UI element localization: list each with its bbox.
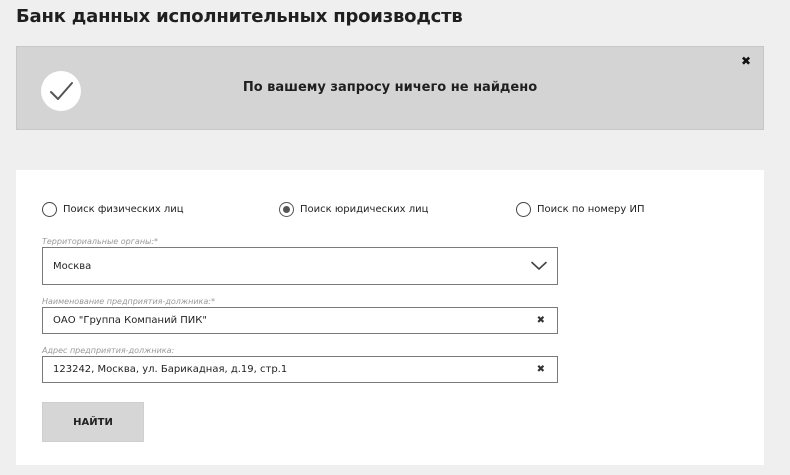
enterprise-name-input[interactable]: ОАО "Группа Компаний ПИК" ✖ bbox=[42, 307, 558, 334]
enterprise-name-value: ОАО "Группа Компаний ПИК" bbox=[53, 315, 207, 326]
territorial-body-label: Территориальные органы:* bbox=[42, 237, 159, 246]
radio-selected-icon[interactable] bbox=[279, 202, 294, 217]
page-title: Банк данных исполнительных производств bbox=[16, 6, 463, 27]
chevron-down-icon[interactable] bbox=[531, 261, 547, 271]
banner-message: По вашему запросу ничего не найдено bbox=[242, 80, 538, 95]
radio-circle-icon[interactable] bbox=[516, 202, 531, 217]
enterprise-address-input[interactable]: 123242, Москва, ул. Барикадная, д.19, ст… bbox=[42, 356, 558, 383]
enterprise-address-value: 123242, Москва, ул. Барикадная, д.19, ст… bbox=[53, 364, 288, 375]
radio-search-by-ip-number[interactable]: Поиск по номеру ИП bbox=[516, 202, 645, 217]
page: Банк данных исполнительных производств П… bbox=[0, 0, 790, 475]
enterprise-name-label: Наименование предприятия-должника:* bbox=[42, 297, 215, 306]
territorial-body-value: Москва bbox=[53, 260, 92, 272]
territorial-body-select[interactable]: Москва bbox=[42, 247, 558, 285]
enterprise-address-label: Адрес предприятия-должника: bbox=[42, 346, 175, 355]
radio-label: Поиск физических лиц bbox=[63, 204, 184, 215]
radio-label: Поиск по номеру ИП bbox=[537, 204, 645, 215]
notification-banner: По вашему запросу ничего не найдено ✖ bbox=[16, 46, 764, 130]
radio-search-individuals[interactable]: Поиск физических лиц bbox=[42, 202, 184, 217]
radio-circle-icon[interactable] bbox=[42, 202, 57, 217]
radio-search-legal-entities[interactable]: Поиск юридических лиц bbox=[279, 202, 428, 217]
clear-icon[interactable]: ✖ bbox=[537, 315, 545, 326]
clear-icon[interactable]: ✖ bbox=[537, 364, 545, 375]
close-icon[interactable]: ✖ bbox=[741, 55, 751, 67]
search-button[interactable]: НАЙТИ bbox=[42, 402, 144, 442]
radio-label: Поиск юридических лиц bbox=[300, 204, 429, 215]
search-form: Поиск физических лиц Поиск юридических л… bbox=[16, 170, 764, 465]
